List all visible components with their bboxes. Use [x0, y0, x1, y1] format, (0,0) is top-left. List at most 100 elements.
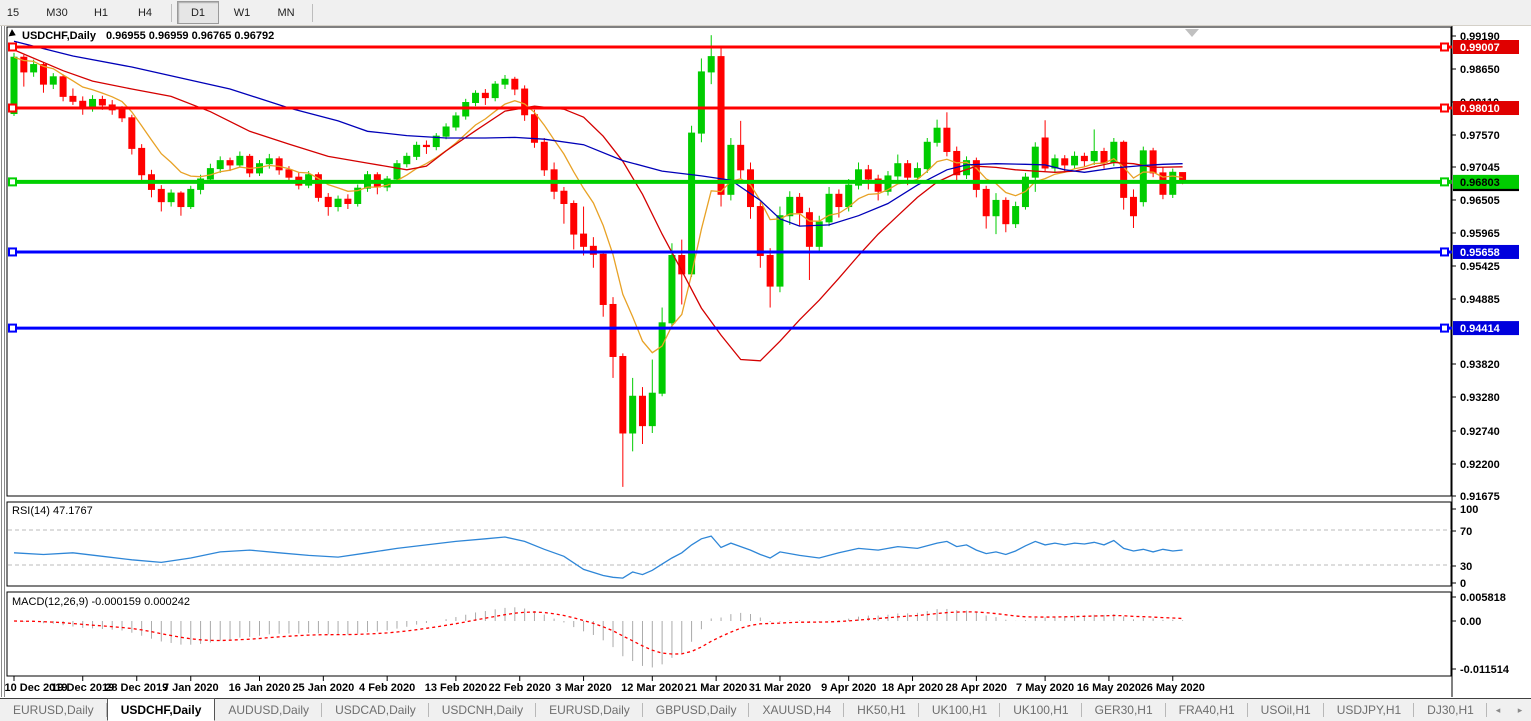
- symbol-tab-eurusd-daily[interactable]: EURUSD,Daily: [0, 699, 107, 721]
- rsi-axis-label: 70: [1460, 526, 1472, 538]
- candle-bull: [257, 164, 263, 173]
- symbol-tab-dj30-h1[interactable]: DJ30,H1: [1414, 699, 1487, 721]
- chart-quote-values: 0.96955 0.96959 0.96765 0.96792: [106, 30, 274, 42]
- level-handle-right[interactable]: [1441, 178, 1448, 185]
- candle-bear: [1003, 200, 1009, 223]
- candle-bear: [1081, 156, 1087, 160]
- candle-bear: [1042, 138, 1048, 168]
- date-axis-label: 9 Apr 2020: [821, 682, 876, 694]
- tab-scroll-left-icon[interactable]: ◂: [1487, 699, 1509, 721]
- symbol-tab-uk100-h1[interactable]: UK100,H1: [1000, 699, 1081, 721]
- symbol-tab-eurusd-daily[interactable]: EURUSD,Daily: [536, 699, 643, 721]
- candle-bull: [1013, 207, 1019, 224]
- candle-bull: [1091, 151, 1097, 160]
- level-handle-left[interactable]: [9, 325, 16, 332]
- symbol-tab-audusd-daily[interactable]: AUDUSD,Daily: [215, 699, 322, 721]
- symbol-tab-usdcnh-daily[interactable]: USDCNH,Daily: [429, 699, 536, 721]
- candle-bull: [1140, 151, 1146, 202]
- symbol-tab-usdjpy-h1[interactable]: USDJPY,H1: [1324, 699, 1414, 721]
- timeframe-button-d1[interactable]: D1: [177, 1, 219, 24]
- date-axis-label: 3 Mar 2020: [555, 682, 611, 694]
- candle-bull: [924, 142, 930, 168]
- timeframe-button-m30[interactable]: M30: [36, 1, 78, 24]
- symbol-tab-usoil-h1[interactable]: USOil,H1: [1248, 699, 1324, 721]
- symbol-tab-hk50-h1[interactable]: HK50,H1: [844, 699, 919, 721]
- level-handle-right[interactable]: [1441, 44, 1448, 51]
- timeframe-button-h4[interactable]: H4: [124, 1, 166, 24]
- candle-bull: [217, 161, 223, 169]
- candle-bear: [757, 207, 763, 256]
- candle-bear: [836, 194, 842, 206]
- candle-bear: [983, 189, 989, 215]
- price-axis-label: 0.94885: [1460, 294, 1500, 306]
- chart-symbol-label: USDCHF,Daily: [22, 30, 96, 42]
- price-axis-label: 0.95965: [1460, 228, 1500, 240]
- candle-bull: [708, 57, 714, 72]
- level-handle-right[interactable]: [1441, 325, 1448, 332]
- candle-bull: [335, 199, 341, 206]
- timeframe-button-15[interactable]: 15: [0, 1, 34, 24]
- candle-bear: [620, 356, 626, 432]
- timeframe-button-w1[interactable]: W1: [221, 1, 263, 24]
- level-handle-left[interactable]: [9, 178, 16, 185]
- candle-bull: [188, 189, 194, 206]
- symbol-tab-xauusd-h4[interactable]: XAUUSD,H4: [749, 699, 844, 721]
- main-price-plot[interactable]: [7, 27, 1451, 496]
- toolbar-separator: [312, 4, 313, 22]
- symbol-tab-bar: EURUSD,DailyUSDCHF,DailyAUDUSD,DailyUSDC…: [0, 698, 1531, 721]
- symbol-tab-ger30-h1[interactable]: GER30,H1: [1082, 699, 1166, 721]
- macd-plot[interactable]: [7, 592, 1451, 676]
- level-handle-left[interactable]: [9, 44, 16, 51]
- date-axis-label: 16 May 2020: [1077, 682, 1141, 694]
- macd-axis-label: -0.011514: [1460, 664, 1510, 676]
- candle-bear: [286, 170, 292, 177]
- candle-bull: [168, 193, 174, 202]
- level-handle-right[interactable]: [1441, 105, 1448, 112]
- candle-bull: [914, 169, 920, 178]
- level-handle-right[interactable]: [1441, 248, 1448, 255]
- candle-bear: [718, 57, 724, 195]
- chart-title: USDCHF,Daily 0.96955 0.96959 0.96765 0.96…: [22, 30, 274, 42]
- timeframe-button-mn[interactable]: MN: [265, 1, 307, 24]
- candle-bear: [797, 197, 803, 212]
- level-price-badge: 0.99007: [1460, 42, 1500, 54]
- candle-bull: [787, 197, 793, 215]
- symbol-tab-gbpusd-daily[interactable]: GBPUSD,Daily: [643, 699, 750, 721]
- candle-bull: [669, 256, 675, 323]
- candle-bear: [1150, 151, 1156, 173]
- level-price-badge: 0.98010: [1460, 103, 1500, 115]
- symbol-tab-fra40-h1[interactable]: FRA40,H1: [1166, 699, 1248, 721]
- price-axis-label: 0.97045: [1460, 162, 1500, 174]
- candle-bear: [276, 159, 282, 170]
- candle-bear: [806, 213, 812, 247]
- price-axis-label: 0.92740: [1460, 426, 1500, 438]
- level-handle-left[interactable]: [9, 248, 16, 255]
- candle-bull: [473, 93, 479, 102]
- candle-bear: [325, 197, 331, 206]
- candle-bull: [846, 185, 852, 206]
- rsi-axis-label: 30: [1460, 561, 1472, 573]
- candle-bear: [119, 110, 125, 118]
- candle-bear: [158, 189, 164, 201]
- date-axis-label: 18 Apr 2020: [882, 682, 943, 694]
- date-axis-label: 28 Dec 2019: [105, 682, 168, 694]
- candle-bear: [581, 234, 587, 246]
- symbol-tab-uk100-h1[interactable]: UK100,H1: [919, 699, 1000, 721]
- symbol-tab-usdcad-daily[interactable]: USDCAD,Daily: [322, 699, 429, 721]
- candle-bear: [227, 161, 233, 165]
- candle-bear: [571, 203, 577, 234]
- symbol-tab-usdchf-daily[interactable]: USDCHF,Daily: [107, 698, 216, 721]
- tab-scroll-right-icon[interactable]: ▸: [1509, 699, 1531, 721]
- price-axis-label: 0.92200: [1460, 459, 1500, 471]
- rsi-axis-label: 100: [1460, 504, 1478, 516]
- candle-bull: [659, 323, 665, 393]
- candle-bull: [993, 200, 999, 215]
- toolbar-separator: [171, 4, 172, 22]
- macd-axis-label: 0.005818: [1460, 592, 1506, 604]
- timeframe-button-h1[interactable]: H1: [80, 1, 122, 24]
- date-axis-label: 26 May 2020: [1141, 682, 1205, 694]
- chart-canvas[interactable]: 0.991900.986500.981100.975700.970450.965…: [0, 0, 1531, 720]
- level-handle-left[interactable]: [9, 105, 16, 112]
- candle-bull: [404, 156, 410, 163]
- candle-bear: [99, 99, 105, 105]
